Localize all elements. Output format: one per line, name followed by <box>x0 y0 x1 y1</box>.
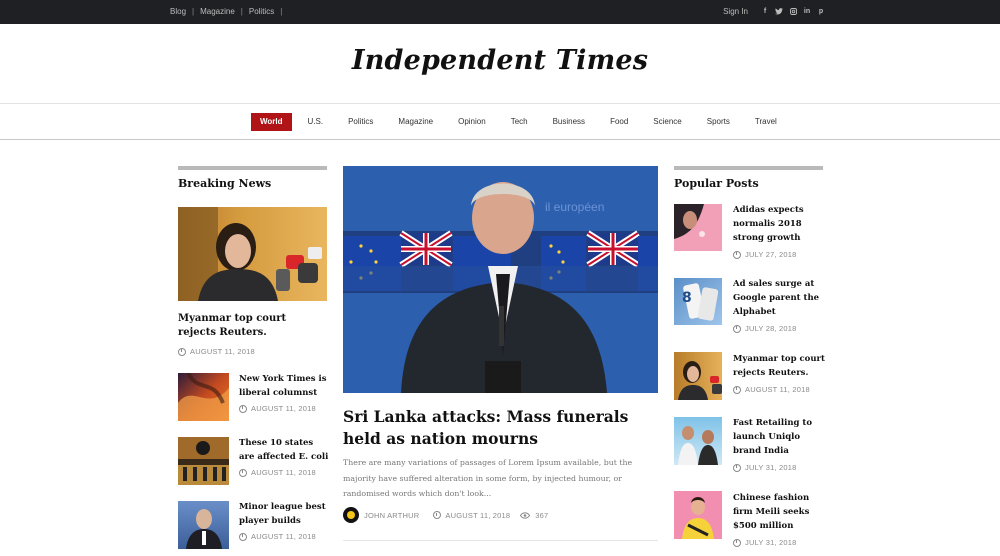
clock-icon <box>733 538 741 547</box>
breaking-news-rule <box>178 166 327 170</box>
breaking-item-meta: AUGUST 11, 2018 <box>239 468 316 477</box>
nav-item-food[interactable]: Food <box>601 113 637 131</box>
popular-posts-title: Popular Posts <box>674 177 759 190</box>
feature-date: AUGUST 11, 2018 <box>445 510 511 520</box>
breaking-item-image[interactable] <box>178 437 229 485</box>
nav-item-sports[interactable]: Sports <box>698 113 739 131</box>
top-link-blog[interactable]: Blog <box>170 7 186 16</box>
breaking-item-meta: AUGUST 11, 2018 <box>239 532 316 541</box>
breaking-lead-headline[interactable]: Myanmar top court rejects Reuters. <box>178 312 327 340</box>
svg-text:8: 8 <box>682 290 692 306</box>
breaking-item-meta: AUGUST 11, 2018 <box>239 404 316 413</box>
popular-post-headline[interactable]: Fast Retailing to launch Uniqlo brand In… <box>733 416 825 458</box>
masthead: Independent Times <box>0 24 1000 104</box>
breaking-item-headline[interactable]: New York Times is liberal columnst <box>239 372 329 400</box>
popular-post-image[interactable] <box>674 417 722 465</box>
clock-icon <box>239 404 247 413</box>
feature-excerpt: There are many variations of passages of… <box>343 458 633 498</box>
breaking-item-headline[interactable]: Minor league best player builds <box>239 500 329 528</box>
popular-post-image[interactable] <box>674 491 722 539</box>
popular-post-meta: JULY 28, 2018 <box>733 324 797 333</box>
author-name[interactable]: JOHN ARTHUR <box>364 511 419 520</box>
nav-item-politics[interactable]: Politics <box>339 113 382 131</box>
popular-post-image[interactable] <box>674 204 722 251</box>
breaking-item-image[interactable] <box>178 373 229 421</box>
nav-item-travel[interactable]: Travel <box>746 113 786 131</box>
eye-icon <box>520 511 531 519</box>
feature-backdrop-text: il européen <box>545 200 605 214</box>
clock-icon <box>239 532 247 541</box>
clock-icon <box>239 468 247 477</box>
facebook-icon[interactable]: f <box>758 6 772 16</box>
popular-post-meta: JULY 27, 2018 <box>733 250 797 259</box>
popular-post-meta: JULY 31, 2018 <box>733 538 797 547</box>
popular-post-headline[interactable]: Myanmar top court rejects Reuters. <box>733 352 825 380</box>
breaking-lead-meta: AUGUST 11, 2018 <box>178 347 255 356</box>
nav-item-world[interactable]: World <box>251 113 292 131</box>
top-link-politics[interactable]: Politics <box>249 7 274 16</box>
top-bar: Blog | Magazine | Politics | Sign In f in p <box>0 0 1000 24</box>
popular-post-image[interactable] <box>674 352 722 400</box>
twitter-icon[interactable] <box>772 6 786 16</box>
popular-posts-rule <box>674 166 823 170</box>
feature-headline[interactable]: Sri Lanka attacks: Mass funerals held as… <box>343 406 658 450</box>
popular-post-meta: JULY 31, 2018 <box>733 463 797 472</box>
popular-post-meta: AUGUST 11, 2018 <box>733 385 810 394</box>
top-link-magazine[interactable]: Magazine <box>200 7 235 16</box>
nav-item-us[interactable]: U.S. <box>299 113 333 131</box>
main-nav: World U.S. Politics Magazine Opinion Tec… <box>0 104 1000 140</box>
popular-post-headline[interactable]: Ad sales surge at Google parent the Alph… <box>733 277 825 319</box>
feature-divider <box>343 540 658 541</box>
breaking-lead-image[interactable] <box>178 207 327 301</box>
breaking-news-title: Breaking News <box>178 177 272 190</box>
pinterest-icon[interactable]: p <box>814 6 828 16</box>
clock-icon <box>178 347 186 356</box>
sign-in-link[interactable]: Sign In <box>723 7 748 16</box>
site-logo[interactable]: Independent Times <box>0 45 1000 76</box>
nav-item-business[interactable]: Business <box>544 113 594 131</box>
breaking-item-headline[interactable]: These 10 states are affected E. coli <box>239 436 329 464</box>
clock-icon <box>733 385 741 394</box>
clock-icon <box>733 463 741 472</box>
instagram-icon[interactable] <box>786 6 800 16</box>
nav-item-opinion[interactable]: Opinion <box>449 113 495 131</box>
author-avatar[interactable] <box>343 507 359 523</box>
top-right: Sign In f in p <box>723 6 828 16</box>
popular-post-headline[interactable]: Chinese fashion firm Meili seeks $500 mi… <box>733 491 825 533</box>
feature-image[interactable]: il européen <box>343 166 658 393</box>
clock-icon <box>733 324 741 333</box>
popular-post-image[interactable]: 8 <box>674 278 722 325</box>
popular-post-headline[interactable]: Adidas expects normalis 2018 strong grow… <box>733 203 825 245</box>
view-count: 367 <box>535 510 549 520</box>
clock-icon <box>733 250 741 259</box>
nav-item-science[interactable]: Science <box>644 113 690 131</box>
clock-icon <box>433 511 442 519</box>
nav-item-magazine[interactable]: Magazine <box>389 113 442 131</box>
linkedin-icon[interactable]: in <box>800 6 814 16</box>
nav-item-tech[interactable]: Tech <box>502 113 537 131</box>
feature-meta: JOHN ARTHUR AUGUST 11, 2018 367 <box>343 507 548 523</box>
breaking-item-image[interactable] <box>178 501 229 549</box>
top-links: Blog | Magazine | Politics | <box>170 7 283 16</box>
